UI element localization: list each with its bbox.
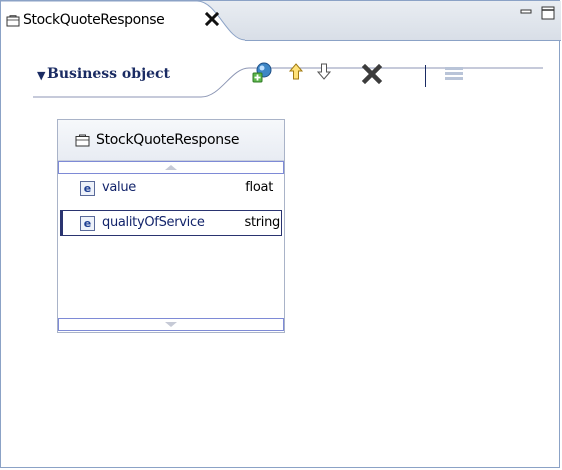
add-attribute-icon[interactable] (251, 61, 273, 83)
arrow-down-icon[interactable] (313, 60, 335, 82)
business-object-section-header: ▼ Business object (33, 60, 543, 99)
element-icon: e (80, 216, 95, 231)
attribute-name: value (102, 180, 137, 195)
toolbar-separator (425, 65, 426, 87)
business-object-card[interactable]: StockQuoteResponse e value float e quali… (57, 119, 285, 333)
business-object-icon (75, 134, 90, 147)
delete-x-icon[interactable] (361, 63, 383, 85)
business-object-editor: StockQuoteResponse ▼ Business object Sto… (0, 0, 561, 468)
scroll-up-arrow-icon (165, 165, 177, 170)
section-title: Business object (47, 66, 171, 82)
attribute-row-value[interactable]: e value float (60, 176, 282, 202)
element-icon: e (80, 181, 95, 196)
business-object-name: StockQuoteResponse (96, 132, 240, 148)
attribute-name: qualityOfService (102, 215, 205, 230)
arrow-up-icon[interactable] (285, 61, 307, 83)
scroll-up-button[interactable] (58, 161, 284, 174)
scroll-down-button[interactable] (58, 318, 284, 331)
maximize-icon[interactable] (541, 6, 555, 20)
minimize-icon[interactable] (520, 7, 532, 17)
tab-title: StockQuoteResponse (23, 12, 165, 28)
editor-tab-bar: StockQuoteResponse (1, 1, 561, 41)
business-object-icon (6, 15, 20, 27)
attribute-type[interactable]: float (245, 180, 273, 195)
close-icon[interactable] (204, 11, 220, 27)
tab-bar-divider (245, 40, 561, 41)
attribute-type[interactable]: string (244, 215, 280, 230)
layout-lines-icon[interactable] (443, 63, 465, 85)
attribute-row-qualityofservice[interactable]: e qualityOfService string (60, 210, 282, 236)
business-object-header[interactable]: StockQuoteResponse (58, 120, 284, 161)
scroll-down-arrow-icon (165, 322, 177, 327)
tab-stockquoteresponse[interactable]: StockQuoteResponse (1, 1, 245, 41)
expand-triangle-icon[interactable]: ▼ (37, 69, 45, 82)
